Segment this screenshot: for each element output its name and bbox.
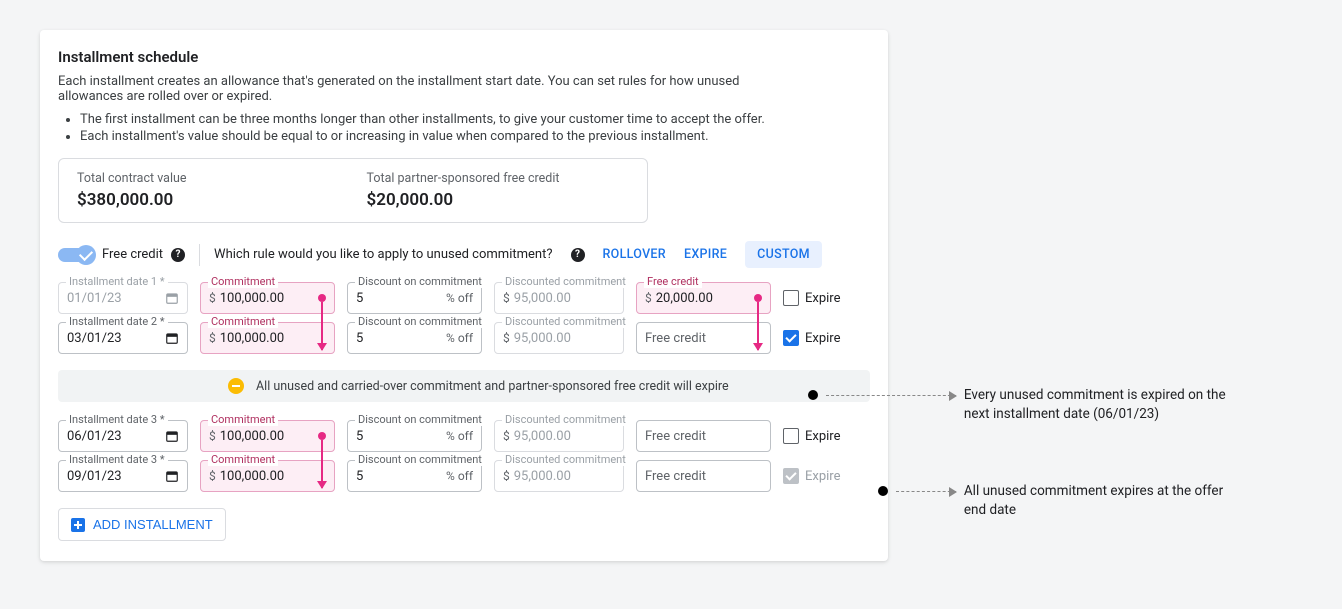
table-row: Installment date 2 * 03/01/23 Commitment… bbox=[58, 322, 870, 354]
table-row: Installment date 3 * 06/01/23 Commitment… bbox=[58, 420, 870, 452]
total-contract-value: $380,000.00 bbox=[77, 190, 187, 210]
settings-toolbar: Free credit ? Which rule would you like … bbox=[58, 241, 870, 268]
expire-checkbox[interactable] bbox=[783, 290, 799, 306]
free-credit-input[interactable]: Free credit bbox=[636, 420, 771, 452]
list-item: The first installment can be three month… bbox=[80, 112, 870, 127]
expire-checkbox bbox=[783, 468, 799, 484]
expire-banner: All unused and carried-over commitment a… bbox=[58, 370, 870, 402]
drag-handle-icon bbox=[318, 294, 326, 302]
divider bbox=[199, 244, 200, 266]
rule-expire[interactable]: EXPIRE bbox=[684, 247, 727, 262]
installment-schedule-card: Installment schedule Each installment cr… bbox=[40, 30, 888, 561]
rule-rollover[interactable]: ROLLOVER bbox=[603, 247, 666, 262]
add-installment-button[interactable]: ADD INSTALLMENT bbox=[58, 508, 226, 541]
expire-checkbox[interactable] bbox=[783, 428, 799, 444]
list-item: Each installment's value should be equal… bbox=[80, 129, 870, 144]
notes-list: The first installment can be three month… bbox=[58, 112, 870, 144]
free-credit-label: Free credit bbox=[102, 247, 163, 262]
plus-icon bbox=[71, 518, 85, 532]
page-title: Installment schedule bbox=[58, 48, 870, 66]
total-credit-label: Total partner-sponsored free credit bbox=[367, 171, 560, 186]
annotation-line-icon bbox=[826, 395, 956, 396]
table-row: Installment date 1 * 01/01/23 Commitment… bbox=[58, 282, 870, 314]
total-contract-label: Total contract value bbox=[77, 171, 187, 186]
total-credit-value: $20,000.00 bbox=[367, 190, 560, 210]
free-credit-input[interactable]: Free credit bbox=[636, 460, 771, 492]
annotation-text: Every unused commitment is expired on th… bbox=[964, 386, 1244, 424]
calendar-icon[interactable] bbox=[165, 469, 179, 483]
expire-checkbox[interactable] bbox=[783, 330, 799, 346]
free-credit-toggle[interactable] bbox=[58, 248, 94, 262]
annotation-dot-icon bbox=[808, 390, 818, 400]
free-credit-input[interactable]: Free credit bbox=[636, 322, 771, 354]
flow-arrow-icon bbox=[321, 440, 323, 488]
flow-arrow-icon bbox=[757, 302, 759, 350]
rule-custom[interactable]: CUSTOM bbox=[745, 241, 822, 268]
calendar-icon[interactable] bbox=[165, 291, 179, 305]
summary-box: Total contract value $380,000.00 Total p… bbox=[58, 158, 648, 223]
flow-arrow-icon bbox=[321, 302, 323, 350]
installment-rows: Installment date 1 * 01/01/23 Commitment… bbox=[58, 282, 870, 492]
help-icon[interactable]: ? bbox=[571, 248, 585, 262]
description: Each installment creates an allowance th… bbox=[58, 74, 758, 104]
rule-question: Which rule would you like to apply to un… bbox=[214, 247, 552, 262]
warning-icon bbox=[228, 378, 244, 394]
drag-handle-icon bbox=[318, 432, 326, 440]
drag-handle-icon bbox=[754, 294, 762, 302]
calendar-icon[interactable] bbox=[165, 429, 179, 443]
annotation-text: All unused commitment expires at the off… bbox=[964, 482, 1244, 520]
help-icon[interactable]: ? bbox=[171, 248, 185, 262]
calendar-icon[interactable] bbox=[165, 331, 179, 345]
annotation-dot-icon bbox=[878, 486, 888, 496]
annotation-line-icon bbox=[896, 491, 956, 492]
table-row: Installment date 3 * 09/01/23 Commitment… bbox=[58, 460, 870, 492]
